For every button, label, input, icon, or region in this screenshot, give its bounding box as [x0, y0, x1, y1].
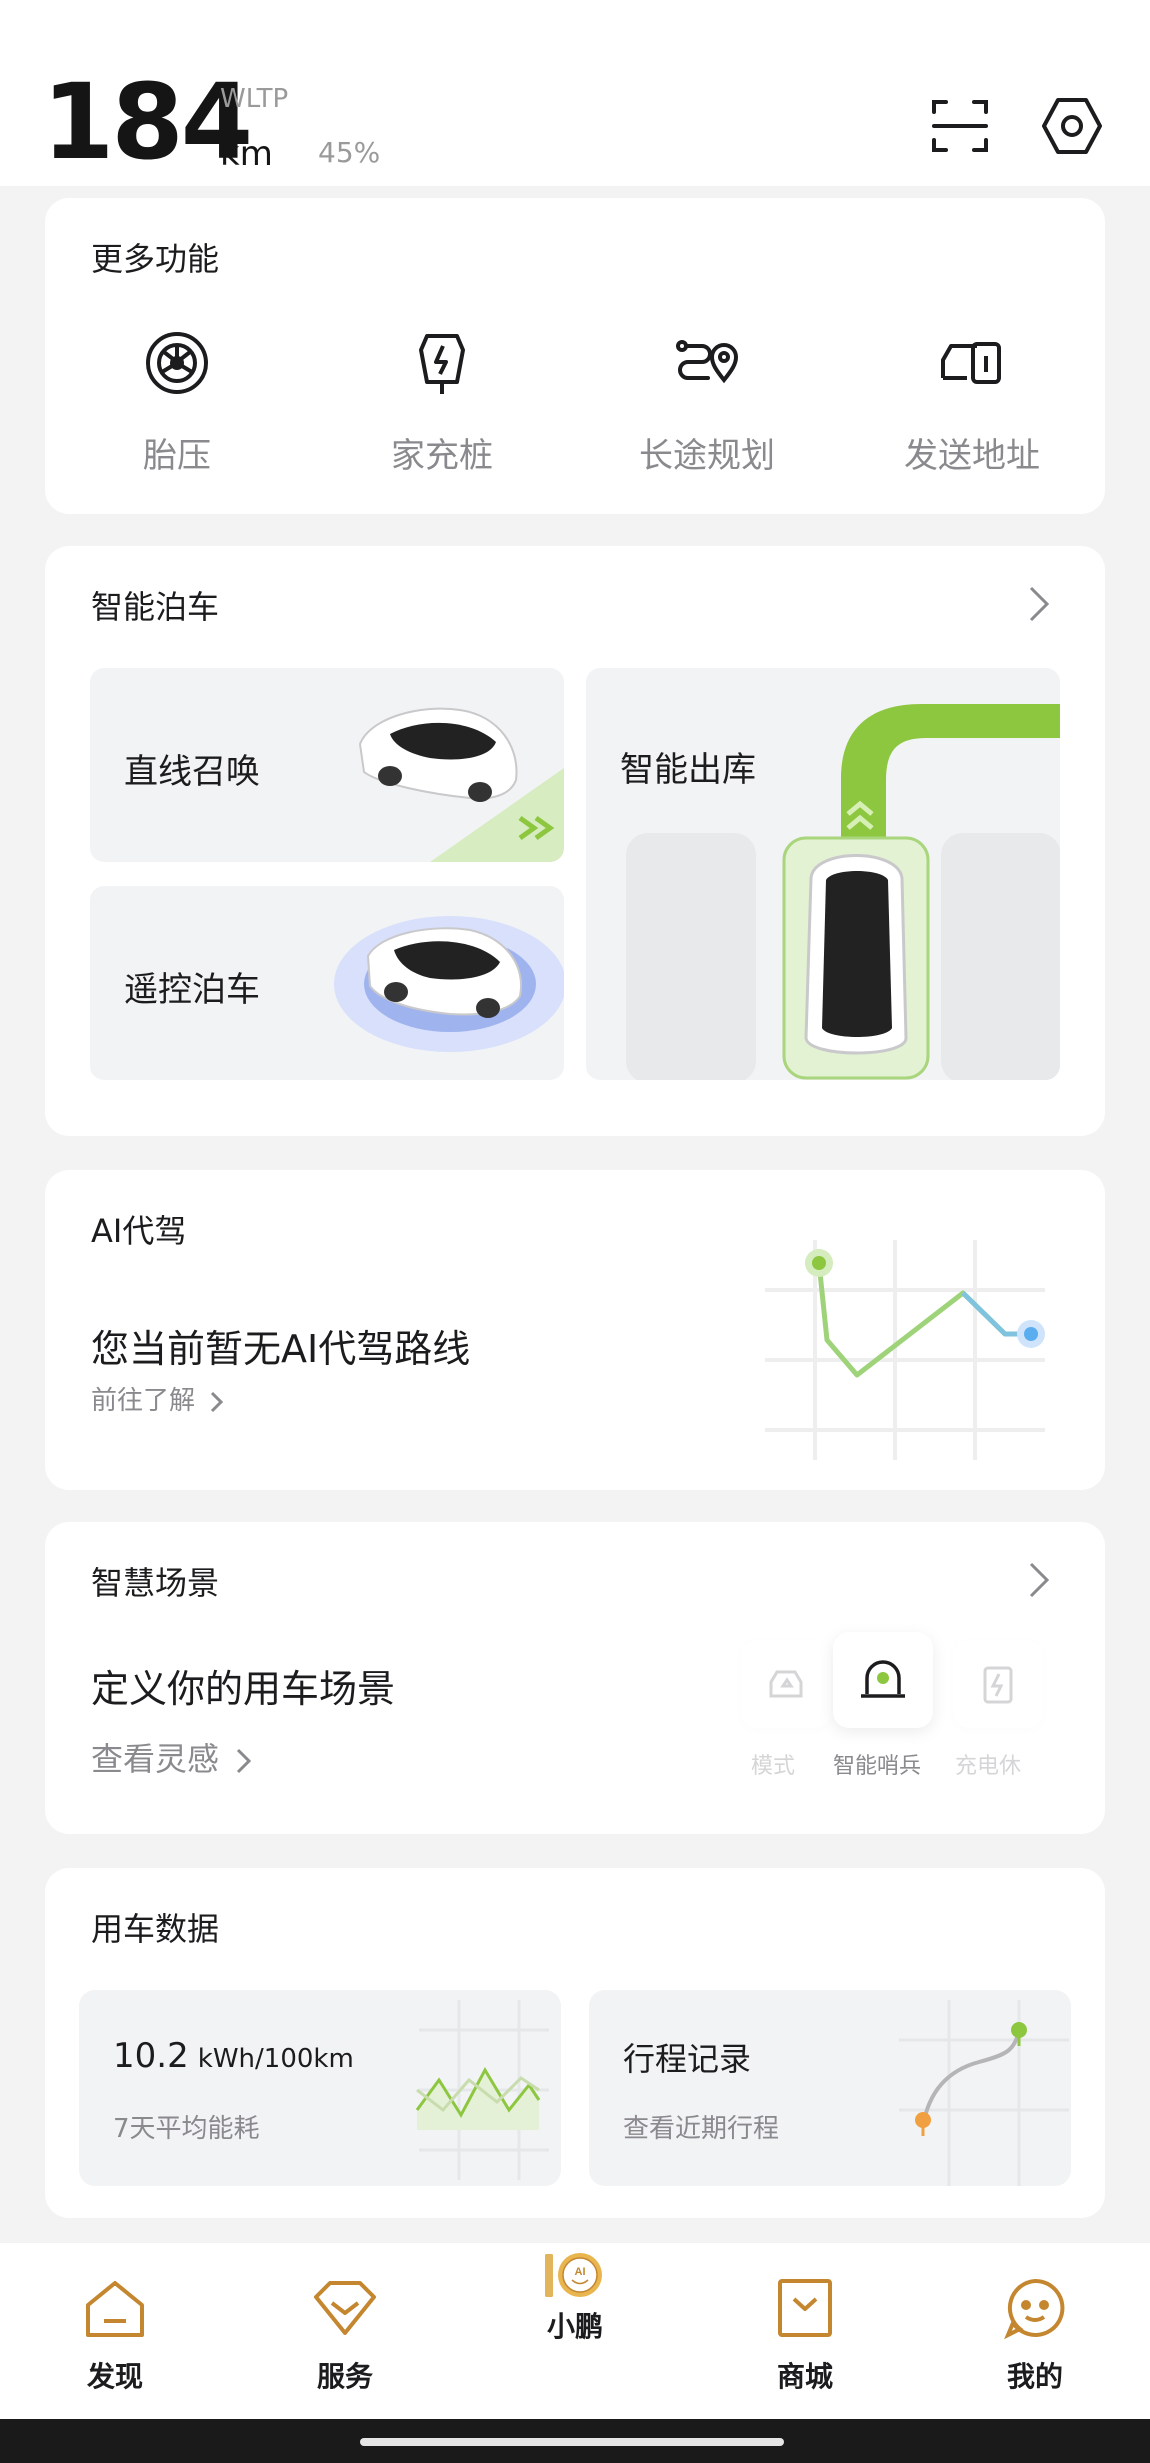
route-plan-icon	[676, 340, 739, 384]
trips-title: 行程记录	[623, 2040, 752, 2078]
range-unit: km	[220, 134, 273, 174]
card-title: 用车数据	[91, 1910, 220, 1948]
xpeng-ai-icon: AI	[545, 2253, 602, 2297]
inspiration-link[interactable]: 查看灵感	[91, 1734, 253, 1780]
card-title: 智能泊车	[91, 588, 220, 626]
home-charger-icon	[419, 334, 465, 394]
profile-icon	[1004, 2278, 1065, 2340]
home-icon	[86, 2281, 144, 2337]
tire-icon	[146, 332, 208, 394]
header: 184 WLTP km 45%	[0, 0, 1150, 186]
trip-route-illustration	[899, 2000, 1069, 2186]
tile-label: 遥控泊车	[124, 970, 260, 1010]
link-label: 查看灵感	[91, 1740, 220, 1778]
link-label: 前往了解	[91, 1386, 196, 1416]
chevron-right-icon[interactable]	[1025, 584, 1053, 624]
straight-summon-tile[interactable]: 直线召唤	[90, 668, 564, 862]
feature-home-charger[interactable]: 家充桩	[342, 328, 542, 477]
feature-label: 家充桩	[391, 436, 493, 476]
trips-caption: 查看近期行程	[623, 2114, 780, 2144]
shop-bag-icon	[778, 2279, 832, 2337]
card-title: 智慧场景	[91, 1564, 220, 1602]
tab-label: 商城	[776, 2360, 833, 2393]
scenes-headline: 定义你的用车场景	[91, 1667, 396, 1711]
range-standard: WLTP	[220, 84, 289, 114]
scene-chip-label: 智能哨兵	[833, 1754, 922, 1779]
tab-label: 小鹏	[546, 2310, 603, 2343]
home-indicator[interactable]	[360, 2438, 784, 2446]
settings-hex-icon[interactable]	[1040, 94, 1104, 158]
smart-parking-card: 智能泊车 直线召唤 遥控泊车 智能出库	[45, 546, 1105, 1136]
tab-service[interactable]: 服务	[275, 2275, 415, 2395]
tab-label: 我的	[1006, 2360, 1063, 2393]
tab-xpeng[interactable]: AI 小鹏	[505, 2243, 645, 2345]
feature-route-planning[interactable]: 长途规划	[607, 328, 807, 477]
energy-chart-illustration	[415, 2000, 549, 2180]
battery-percent: 45%	[318, 136, 381, 169]
tab-label: 服务	[316, 2360, 373, 2393]
learn-more-link[interactable]: 前往了解	[91, 1380, 225, 1417]
car-data-card: 用车数据 10.2 kWh/100km 7天平均能耗 行程记录 查看近期行程	[45, 1868, 1105, 2218]
tab-mall[interactable]: 商城	[735, 2275, 875, 2395]
sentinel-icon	[861, 1660, 905, 1698]
range-value: 184	[42, 61, 253, 183]
feature-label: 胎压	[143, 436, 211, 476]
feature-send-address[interactable]: 发送地址	[872, 328, 1072, 477]
car-mode-icon	[769, 1670, 803, 1698]
car-summon-illustration	[358, 707, 564, 862]
smart-exit-tile[interactable]: 智能出库	[586, 668, 1060, 1080]
feature-label: 长途规划	[639, 436, 775, 476]
trip-records-tile[interactable]: 行程记录 查看近期行程	[589, 1990, 1071, 2186]
energy-value-row: 10.2 kWh/100km	[113, 2036, 354, 2076]
bottom-tab-bar: 发现 服务 AI 小鹏 商城 我的	[0, 2243, 1150, 2419]
chevron-right-icon[interactable]	[1025, 1560, 1053, 1600]
ai-drive-card[interactable]: AI代驾 您当前暂无AI代驾路线 前往了解	[45, 1170, 1105, 1490]
feature-label: 发送地址	[904, 436, 1040, 476]
send-address-icon	[941, 342, 1001, 384]
card-title: 更多功能	[91, 240, 220, 278]
scene-chip-charging-rest[interactable]	[953, 1640, 1043, 1728]
charging-icon	[983, 1666, 1013, 1704]
tab-mine[interactable]: 我的	[965, 2275, 1105, 2395]
chevron-right-icon	[237, 1748, 252, 1774]
feature-tire-pressure[interactable]: 胎压	[77, 328, 277, 477]
scan-icon[interactable]	[928, 94, 992, 158]
more-features-card: 更多功能 胎压 家充桩 长途规划 发送地址	[45, 198, 1105, 514]
car-remote-illustration	[334, 916, 564, 1052]
energy-unit: kWh/100km	[197, 2044, 354, 2074]
scene-chip-label: 充电休	[955, 1754, 1022, 1779]
route-map-illustration	[765, 1240, 1045, 1460]
card-title: AI代驾	[91, 1212, 187, 1250]
chevron-right-icon	[211, 1391, 224, 1412]
tab-label: 发现	[86, 2360, 143, 2393]
tab-discover[interactable]: 发现	[45, 2275, 185, 2395]
energy-consumption-tile[interactable]: 10.2 kWh/100km 7天平均能耗	[79, 1990, 561, 2186]
tile-label: 直线召唤	[124, 752, 260, 792]
energy-caption: 7天平均能耗	[113, 2114, 260, 2144]
energy-value: 10.2	[113, 2036, 189, 2076]
ai-drive-message: 您当前暂无AI代驾路线	[91, 1327, 471, 1371]
smart-scenes-card: 智慧场景 定义你的用车场景 查看灵感 模式 智能哨兵 充电休	[45, 1522, 1105, 1834]
scene-chip-sentinel[interactable]	[833, 1632, 933, 1728]
remote-parking-tile[interactable]: 遥控泊车	[90, 886, 564, 1080]
service-icon	[314, 2281, 376, 2335]
scene-chip-label: 模式	[751, 1754, 796, 1779]
ai-badge-text: AI	[575, 2266, 586, 2278]
scene-chip-mode[interactable]	[741, 1640, 831, 1728]
car-exit-illustration	[626, 704, 1060, 1080]
